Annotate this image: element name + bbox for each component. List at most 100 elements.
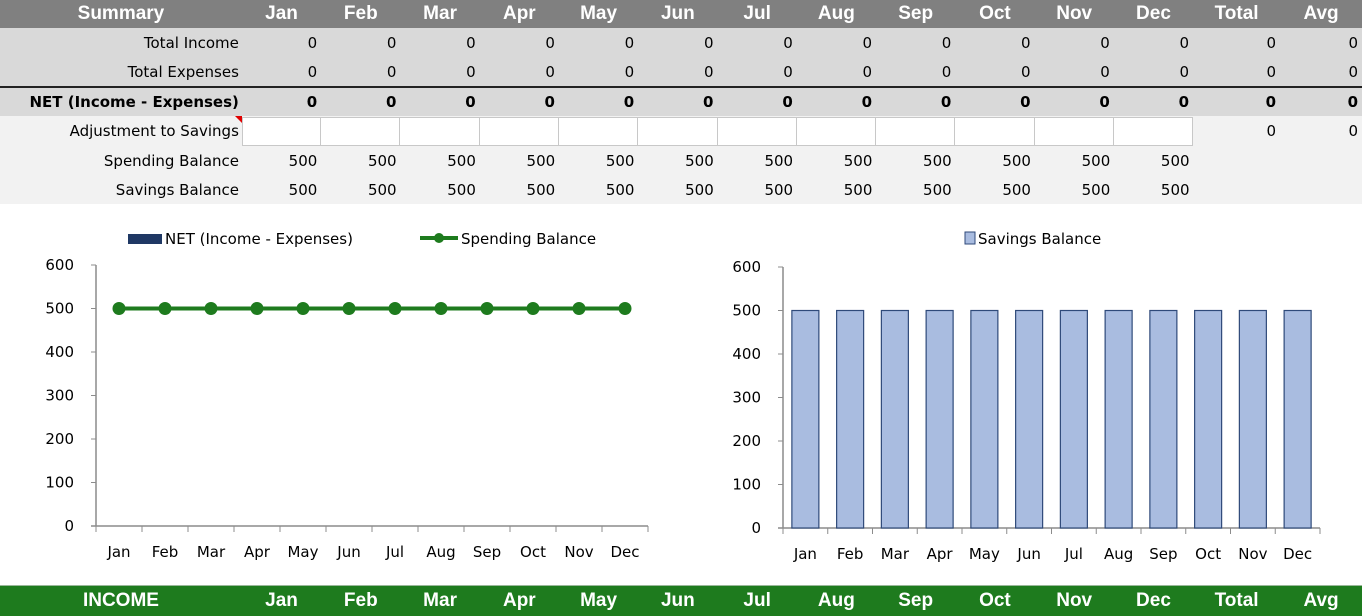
- y-tick-label: 600: [732, 258, 761, 276]
- x-tick-label: Jun: [1016, 545, 1040, 563]
- value-cell-oct: 500: [1002, 180, 1031, 199]
- x-tick-label: Oct: [520, 543, 546, 561]
- y-tick-label: 500: [732, 302, 761, 320]
- total-cell: 0: [1266, 33, 1277, 52]
- savings-balance-bar: [1149, 309, 1178, 529]
- adjustment-input-jan[interactable]: [241, 116, 322, 146]
- savings-balance-row: Savings Balance 500 500 500 500 500 500 500 500 5…: [0, 175, 1362, 204]
- value-cell-nov: 0: [1099, 93, 1110, 111]
- y-tick-label: 0: [64, 517, 74, 535]
- x-tick-label: Dec: [1283, 545, 1312, 563]
- value-cell-dec: 500: [1160, 180, 1190, 199]
- summary-header-row: Summary Jan Feb Mar Apr May Jun Jul Aug Sep Oct No…: [0, 0, 1362, 28]
- spending-balance-point: [434, 302, 448, 315]
- header-month-jan: Jan: [265, 3, 298, 24]
- value-cell-jan: 500: [288, 180, 318, 199]
- value-cell-oct: 0: [1020, 93, 1031, 111]
- adjustment-input-nov[interactable]: [1034, 116, 1114, 146]
- spending-balance-point: [204, 302, 218, 315]
- income-month-jun: Jun: [660, 590, 695, 611]
- value-cell-apr: 0: [545, 62, 555, 81]
- adjustment-input-dec[interactable]: [1113, 116, 1194, 146]
- total-cell: 0: [1266, 62, 1277, 81]
- adjustment-input-feb[interactable]: [321, 116, 401, 146]
- value-cell-feb: 500: [367, 151, 397, 170]
- x-tick-label: Mar: [881, 545, 910, 563]
- value-cell-jul: 0: [783, 62, 793, 81]
- savings-balance-bar: [1015, 309, 1044, 529]
- value-cell-jun: 0: [703, 93, 714, 111]
- income-month-apr: Apr: [502, 590, 536, 611]
- income-month-feb: Feb: [343, 590, 378, 611]
- x-tick-label: Oct: [1195, 545, 1221, 563]
- x-tick-label: Sep: [1149, 545, 1177, 563]
- income-month-may: May: [580, 590, 618, 611]
- comment-indicator[interactable]: [235, 116, 242, 123]
- income-month-sep: Sep: [898, 590, 934, 611]
- value-cell-aug: 0: [862, 62, 873, 81]
- adjustment-input-may[interactable]: [558, 116, 639, 146]
- income-month-oct: Oct: [979, 590, 1011, 611]
- value-cell-jun: 500: [685, 151, 714, 170]
- x-tick-label: Sep: [473, 543, 501, 561]
- x-tick-label: Feb: [152, 543, 179, 561]
- total-cell: 0: [1265, 93, 1277, 111]
- savings-balance-bar: [1104, 309, 1133, 529]
- value-cell-mar: 500: [447, 151, 476, 170]
- y-tick-label: 500: [45, 300, 74, 318]
- value-cell-oct: 0: [1021, 33, 1031, 52]
- spending-balance-point: [112, 302, 126, 315]
- value-cell-oct: 0: [1021, 62, 1031, 81]
- legend-label-net: NET (Income - Expenses): [165, 230, 353, 248]
- x-tick-label: Jul: [1064, 545, 1083, 563]
- x-tick-label: Nov: [564, 543, 593, 561]
- legend-label-savings: Savings Balance: [978, 230, 1101, 248]
- adjustment-input-sep[interactable]: [876, 116, 956, 146]
- adjustment-input-aug[interactable]: [796, 116, 877, 146]
- spending-balance-row: Spending Balance 500 500 500 500 500 500 500 500…: [0, 146, 1362, 175]
- value-cell-jun: 500: [685, 180, 714, 199]
- adjustment-input-jun[interactable]: [638, 116, 718, 146]
- x-tick-label: Jul: [385, 543, 404, 561]
- row-label: Savings Balance: [115, 180, 239, 199]
- value-cell-aug: 500: [843, 180, 873, 199]
- value-cell-sep: 0: [940, 93, 952, 111]
- chart-left-marks: [112, 302, 632, 315]
- value-cell-jul: 500: [764, 151, 794, 170]
- x-tick-label: Aug: [1104, 545, 1133, 563]
- adjustment-input-jul[interactable]: [717, 116, 797, 146]
- row-label: Adjustment to Savings: [69, 122, 239, 140]
- value-cell-dec: 0: [1179, 33, 1190, 52]
- value-cell-aug: 500: [843, 151, 873, 170]
- adjustment-input-apr[interactable]: [479, 116, 559, 146]
- total-income-row: Total Income 0 0 0 0 0 0 0 0 0 0 0 0 0 0: [0, 28, 1362, 57]
- x-tick-label: Apr: [244, 543, 271, 561]
- header-month-feb: Feb: [343, 3, 378, 24]
- savings-balance-chart: Savings Balance 0 100 200 300 400 500 600 Jan Fe…: [732, 230, 1321, 563]
- income-month-jan: Jan: [265, 590, 298, 611]
- value-cell-may: 500: [605, 151, 635, 170]
- value-cell-jul: 500: [764, 180, 794, 199]
- spending-balance-point: [296, 302, 310, 315]
- header-month-jul: Jul: [743, 3, 771, 24]
- income-title: INCOME: [82, 590, 159, 611]
- x-tick-label: Jan: [106, 543, 130, 561]
- adjustment-input-oct[interactable]: [955, 116, 1035, 146]
- savings-balance-bar: [836, 309, 865, 529]
- adjustment-input-mar[interactable]: [400, 116, 480, 146]
- savings-balance-bar: [970, 309, 999, 529]
- avg-cell: 0: [1347, 93, 1359, 111]
- value-cell-mar: 0: [466, 33, 476, 52]
- value-cell-sep: 0: [941, 62, 952, 81]
- x-tick-label: Dec: [610, 543, 639, 561]
- y-tick-label: 200: [45, 430, 74, 448]
- savings-balance-bar: [791, 309, 820, 529]
- income-avg: Avg: [1303, 590, 1339, 611]
- value-cell-feb: 0: [386, 62, 397, 81]
- y-tick-label: 100: [45, 474, 74, 492]
- value-cell-jan: 0: [307, 62, 318, 81]
- value-cell-aug: 0: [862, 33, 873, 52]
- y-tick-label: 100: [732, 476, 761, 494]
- total-expenses-row: Total Expenses 0 0 0 0 0 0 0 0 0 0 0 0 0 0: [0, 57, 1362, 86]
- header-month-sep: Sep: [898, 3, 934, 24]
